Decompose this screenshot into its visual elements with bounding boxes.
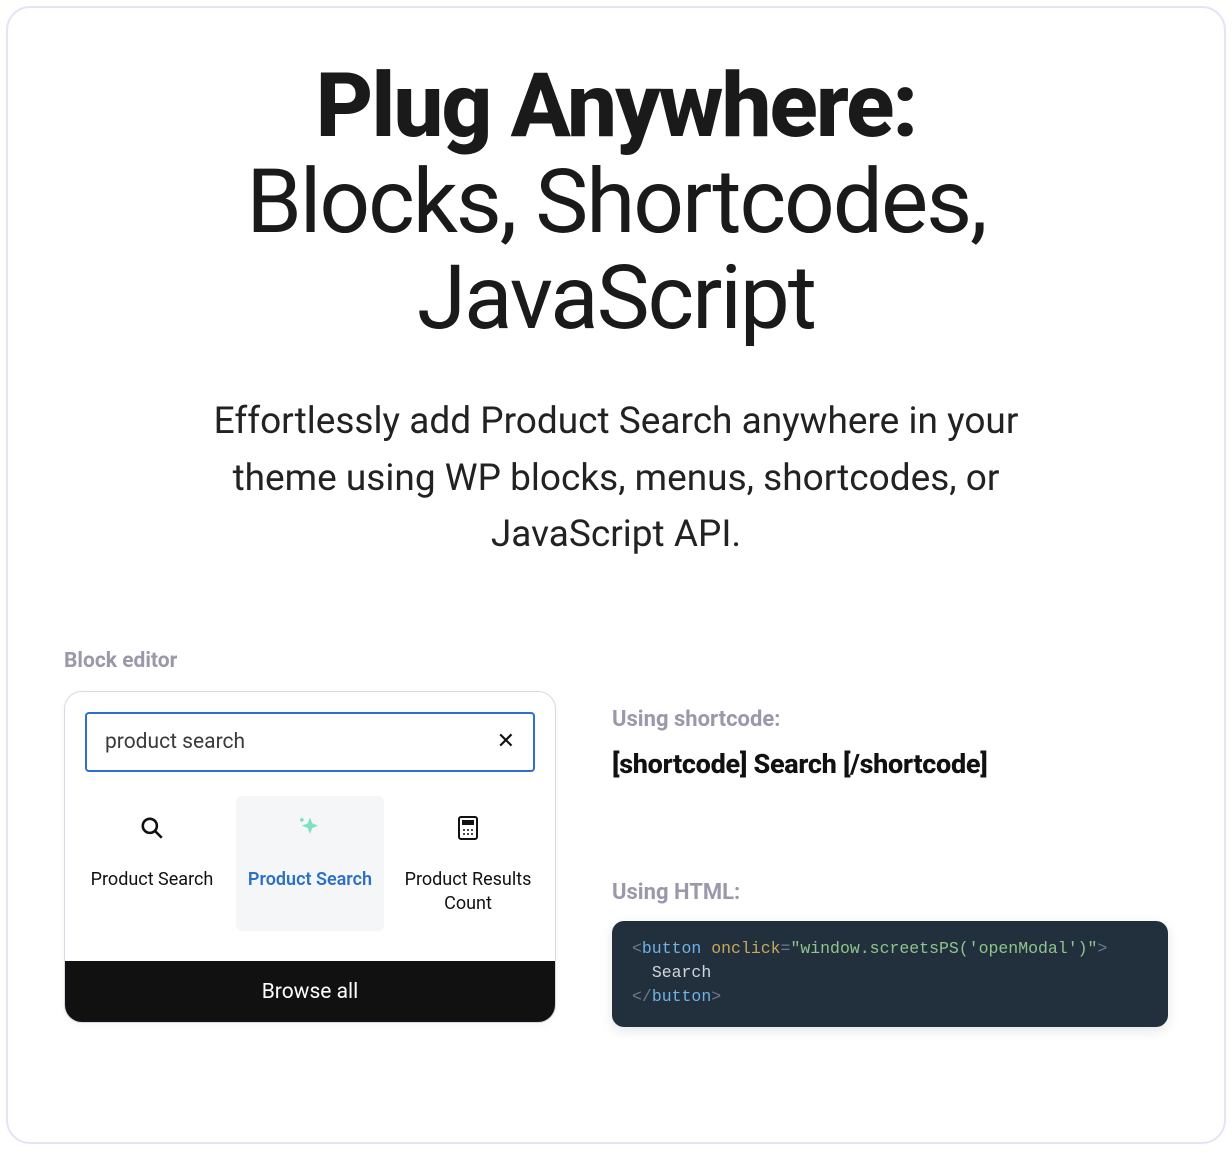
- block-editor-column: Block editor ✕ Product Search: [64, 649, 556, 1023]
- shortcode-section: Using shortcode: [shortcode] Search [/sh…: [612, 707, 1168, 780]
- columns: Block editor ✕ Product Search: [64, 649, 1168, 1027]
- hero-title: Plug Anywhere: Blocks, Shortcodes, JavaS…: [64, 58, 1168, 346]
- browse-all-button[interactable]: Browse all: [65, 961, 555, 1022]
- tile-label: Product Search: [244, 868, 376, 892]
- tile-product-results-count[interactable]: Product Results Count: [394, 796, 542, 931]
- sparkle-icon: [244, 812, 376, 844]
- block-editor-label: Block editor: [64, 649, 556, 673]
- calculator-icon: [402, 812, 534, 844]
- tile-product-search-core[interactable]: Product Search: [78, 796, 226, 931]
- block-tiles: Product Search Product Search Product Re…: [65, 788, 555, 961]
- hero: Plug Anywhere: Blocks, Shortcodes, JavaS…: [64, 58, 1168, 563]
- html-section: Using HTML: <button onclick="window.scre…: [612, 880, 1168, 1027]
- code-attr: onclick: [711, 939, 780, 958]
- feature-card: Plug Anywhere: Blocks, Shortcodes, JavaS…: [6, 6, 1226, 1144]
- snippets-column: Using shortcode: [shortcode] Search [/sh…: [612, 649, 1168, 1027]
- block-search[interactable]: ✕: [85, 712, 535, 772]
- shortcode-text: [shortcode] Search [/shortcode]: [612, 748, 1168, 780]
- hero-subtitle: Effortlessly add Product Search anywhere…: [176, 394, 1056, 563]
- hero-title-bold: Plug Anywhere:: [316, 53, 917, 158]
- html-label: Using HTML:: [612, 880, 1168, 905]
- tile-label: Product Results Count: [402, 868, 534, 917]
- shortcode-label: Using shortcode:: [612, 707, 1168, 732]
- clear-icon[interactable]: ✕: [497, 731, 515, 753]
- block-editor-top: ✕: [65, 692, 555, 788]
- code-string: "window.screetsPS('openModal')": [790, 939, 1097, 958]
- tile-product-search-plugin[interactable]: Product Search: [236, 796, 384, 931]
- code-snippet: <button onclick="window.screetsPS('openM…: [612, 921, 1168, 1027]
- tile-label: Product Search: [86, 868, 218, 892]
- code-tag-open: button: [642, 939, 701, 958]
- search-icon: [86, 812, 218, 844]
- code-tag-close: button: [652, 987, 711, 1006]
- hero-title-rest: Blocks, Shortcodes, JavaScript: [246, 149, 985, 350]
- block-editor-panel: ✕ Product Search Product Sear: [64, 691, 556, 1023]
- code-inner: Search: [652, 963, 711, 982]
- block-search-input[interactable]: [105, 730, 497, 754]
